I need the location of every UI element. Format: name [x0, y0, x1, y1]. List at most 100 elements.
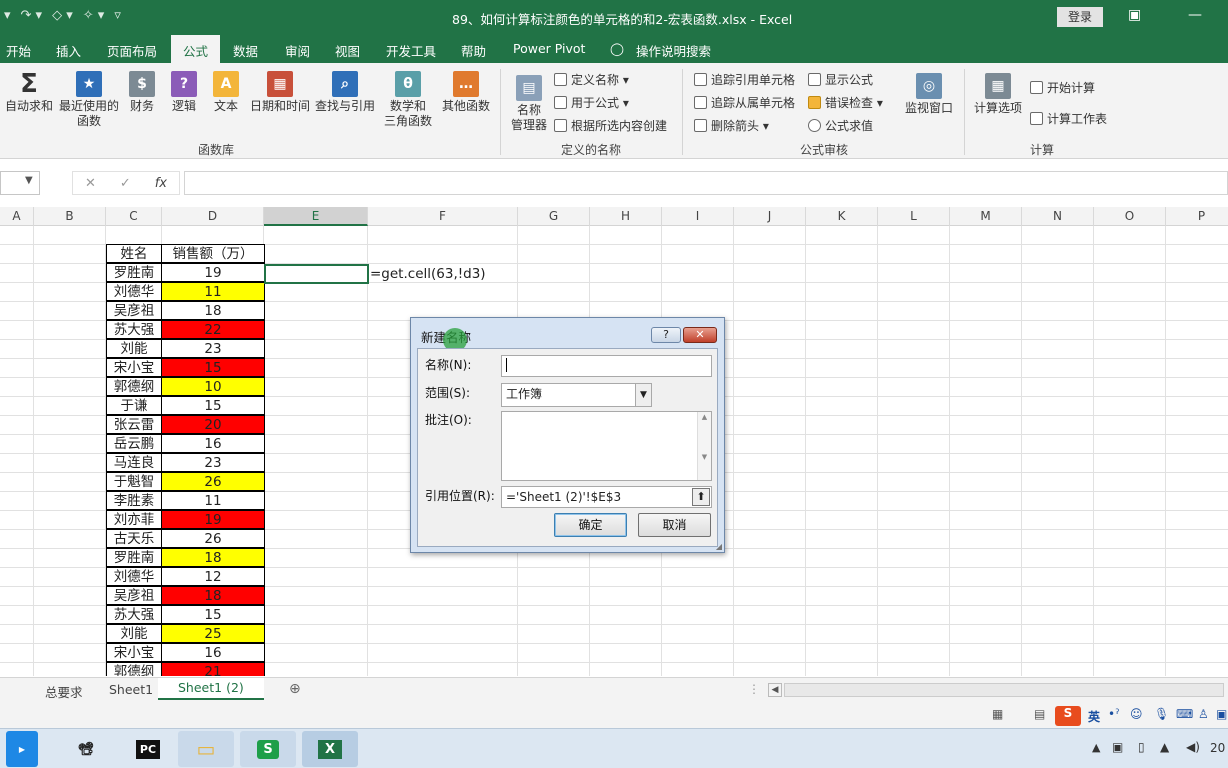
confirm-entry-icon[interactable]: ✓ [120, 176, 131, 191]
column-header-a[interactable]: A [0, 207, 34, 226]
table-cell-name[interactable]: 苏大强 [106, 605, 162, 624]
app-icon-pycharm[interactable]: PC [120, 731, 176, 767]
name-box[interactable]: ▼ [0, 171, 40, 195]
ime-language[interactable]: 英 [1088, 708, 1100, 725]
app-icon-camera[interactable]: 📽 [58, 731, 114, 767]
tab-developer[interactable]: 开发工具 [386, 41, 436, 60]
punctuation-icon[interactable]: •ˀ [1108, 707, 1120, 721]
collapse-dialog-icon[interactable]: ⬆ [692, 488, 710, 506]
tray-app-icon[interactable]: ▣ [1112, 740, 1123, 754]
tell-me-search[interactable]: 操作说明搜索 [636, 41, 711, 60]
table-cell-sales[interactable]: 18 [161, 548, 265, 567]
column-header-g[interactable]: G [518, 207, 590, 226]
column-header-o[interactable]: O [1094, 207, 1166, 226]
tray-expand-icon[interactable]: ▲ [1092, 741, 1100, 754]
table-cell-sales[interactable]: 12 [161, 567, 265, 586]
app-icon-excel[interactable]: X [302, 731, 358, 767]
column-header-f[interactable]: F [368, 207, 518, 226]
comment-textarea[interactable]: ▲ ▼ [501, 411, 712, 481]
column-header-i[interactable]: I [662, 207, 734, 226]
minimize-icon[interactable]: — [1188, 7, 1202, 23]
trace-precedents-button[interactable]: 追踪引用单元格 [694, 71, 795, 88]
lookup-reference-button[interactable]: ⌕ 查找与引用 [314, 71, 376, 114]
table-cell-name[interactable]: 苏大强 [106, 320, 162, 339]
tab-review[interactable]: 审阅 [285, 41, 310, 60]
shirt-icon[interactable]: ♙ [1198, 707, 1209, 721]
tab-power-pivot[interactable]: Power Pivot [513, 41, 585, 56]
table-cell-name[interactable]: 李胜素 [106, 491, 162, 510]
table-cell-sales[interactable]: 18 [161, 586, 265, 605]
column-header-n[interactable]: N [1022, 207, 1094, 226]
sheet-tab-sheet1-2[interactable]: Sheet1 (2) [158, 678, 264, 700]
column-header-j[interactable]: J [734, 207, 806, 226]
add-sheet-icon[interactable]: ⊕ [289, 681, 301, 697]
comment-scrollbar[interactable]: ▲ ▼ [697, 412, 711, 480]
touch-mode-icon[interactable]: ◇ ▾ [52, 8, 73, 23]
table-cell-sales[interactable]: 26 [161, 472, 265, 491]
table-cell-name[interactable]: 吴彦祖 [106, 301, 162, 320]
name-input[interactable] [501, 355, 712, 377]
selected-cell-e3[interactable] [264, 264, 369, 284]
format-painter-icon[interactable]: ✧ ▾ [83, 8, 105, 23]
table-cell-name[interactable]: 罗胜南 [106, 548, 162, 567]
table-cell-name[interactable]: 岳云鹏 [106, 434, 162, 453]
logical-button[interactable]: ? 逻辑 [166, 71, 202, 114]
table-cell-name[interactable]: 马连良 [106, 453, 162, 472]
table-cell-name[interactable]: 吴彦祖 [106, 586, 162, 605]
table-cell-sales[interactable]: 15 [161, 396, 265, 415]
tab-home[interactable]: 开始 [6, 41, 31, 60]
formula-input[interactable] [184, 171, 1228, 195]
battery-icon[interactable]: ▯ [1138, 740, 1145, 754]
ok-button[interactable]: 确定 [554, 513, 627, 537]
column-header-m[interactable]: M [950, 207, 1022, 226]
table-cell-name[interactable]: 刘能 [106, 339, 162, 358]
tab-help[interactable]: 帮助 [461, 41, 486, 60]
ribbon-display-icon[interactable]: ▣ [1128, 7, 1141, 23]
table-cell-sales[interactable]: 10 [161, 377, 265, 396]
table-cell-sales[interactable]: 11 [161, 282, 265, 301]
customize-qat-icon[interactable]: ▿ [114, 8, 121, 23]
column-header-k[interactable]: K [806, 207, 878, 226]
table-cell-sales[interactable]: 15 [161, 605, 265, 624]
table-cell-sales[interactable]: 16 [161, 434, 265, 453]
table-cell-sales[interactable]: 19 [161, 263, 265, 282]
column-header-b[interactable]: B [34, 207, 106, 226]
table-header-name[interactable]: 姓名 [106, 244, 162, 263]
column-header-c[interactable]: C [106, 207, 162, 226]
remove-arrows-button[interactable]: 删除箭头 ▾ [694, 117, 769, 134]
text-button[interactable]: A 文本 [210, 71, 242, 114]
trace-dependents-button[interactable]: 追踪从属单元格 [694, 94, 795, 111]
show-formulas-button[interactable]: 显示公式 [808, 71, 873, 88]
table-cell-name[interactable]: 刘能 [106, 624, 162, 643]
clock[interactable]: 20 [1210, 741, 1225, 755]
math-trig-button[interactable]: θ 数学和 三角函数 [378, 71, 438, 129]
tab-data[interactable]: 数据 [233, 41, 258, 60]
microphone-icon[interactable]: 🎙 [1154, 707, 1169, 721]
redo-icon[interactable]: ↷ ▾ [21, 8, 43, 23]
table-cell-sales[interactable]: 23 [161, 453, 265, 472]
recently-used-button[interactable]: ★ 最近使用的 函数 [58, 71, 120, 129]
scroll-left-icon[interactable]: ◀ [768, 683, 782, 697]
cancel-button[interactable]: 取消 [638, 513, 711, 537]
table-cell-sales[interactable]: 16 [161, 643, 265, 662]
table-cell-name[interactable]: 刘德华 [106, 282, 162, 301]
create-from-selection-button[interactable]: 根据所选内容创建 [554, 117, 667, 134]
error-checking-button[interactable]: 错误检查 ▾ [808, 94, 883, 111]
table-cell-name[interactable]: 张云雷 [106, 415, 162, 434]
chevron-down-icon[interactable]: ▼ [25, 175, 33, 186]
formula-note[interactable]: =get.cell(63,!d3) [370, 266, 486, 282]
login-button[interactable]: 登录 [1057, 7, 1103, 27]
table-cell-sales[interactable]: 15 [161, 358, 265, 377]
emoji-icon[interactable]: ☺ [1130, 707, 1143, 721]
tab-formulas[interactable]: 公式 [171, 35, 221, 63]
table-cell-name[interactable]: 于魁智 [106, 472, 162, 491]
table-cell-sales[interactable]: 22 [161, 320, 265, 339]
toolbox-icon[interactable]: ▣ [1216, 707, 1227, 721]
sheet-tab-requirements[interactable]: 总要求 [45, 682, 83, 701]
table-cell-name[interactable]: 于谦 [106, 396, 162, 415]
help-icon[interactable]: ? [651, 327, 681, 343]
define-name-button[interactable]: 定义名称 ▾ [554, 71, 629, 88]
insert-function-icon[interactable]: fx [155, 176, 167, 191]
keyboard-icon[interactable]: ⌨ [1176, 707, 1193, 721]
app-icon-recorder[interactable]: ▶ [6, 731, 38, 767]
